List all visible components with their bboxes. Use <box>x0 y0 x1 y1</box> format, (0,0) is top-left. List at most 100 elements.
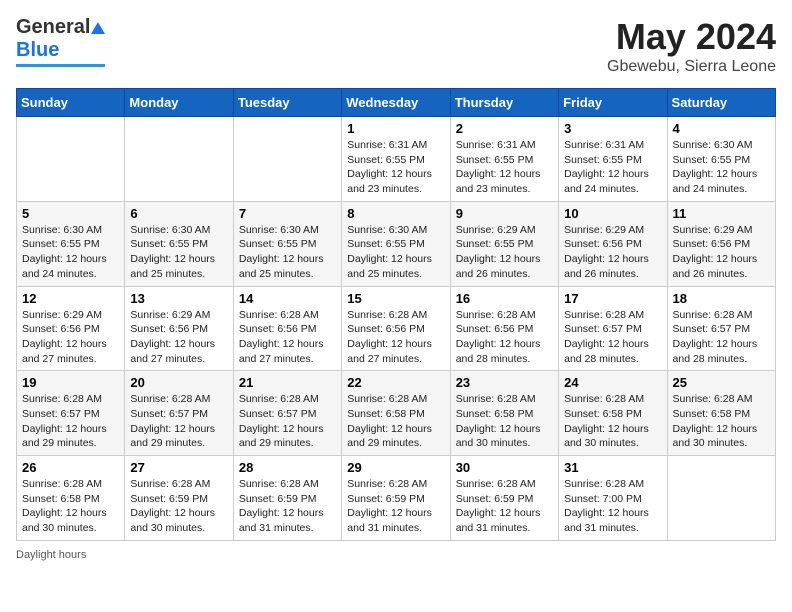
col-header-thursday: Thursday <box>450 89 558 117</box>
col-header-sunday: Sunday <box>17 89 125 117</box>
day-info: Sunrise: 6:28 AM Sunset: 6:59 PM Dayligh… <box>130 477 227 536</box>
day-number: 30 <box>456 460 553 475</box>
day-number: 15 <box>347 291 444 306</box>
day-number: 14 <box>239 291 336 306</box>
calendar-cell: 31Sunrise: 6:28 AM Sunset: 7:00 PM Dayli… <box>559 456 667 541</box>
day-number: 28 <box>239 460 336 475</box>
calendar-cell <box>125 117 233 202</box>
logo: General Blue <box>16 16 105 67</box>
day-number: 8 <box>347 206 444 221</box>
calendar-cell: 5Sunrise: 6:30 AM Sunset: 6:55 PM Daylig… <box>17 201 125 286</box>
day-number: 24 <box>564 375 661 390</box>
calendar-cell: 4 Sunrise: 6:30 AM Sunset: 6:55 PM Daylig… <box>667 117 775 202</box>
day-info: Sunrise: 6:28 AM Sunset: 6:59 PM Dayligh… <box>456 477 553 536</box>
calendar-cell <box>233 117 341 202</box>
day-info: Sunrise: 6:31 AM Sunset: 6:55 PM Dayligh… <box>564 138 661 197</box>
week-row-4: 19 Sunrise: 6:28 AM Sunset: 6:57 PM Dayli… <box>17 371 776 456</box>
calendar-cell: 12Sunrise: 6:29 AM Sunset: 6:56 PM Dayli… <box>17 286 125 371</box>
day-info: Sunrise: 6:28 AM Sunset: 6:57 PM Dayligh… <box>239 392 336 451</box>
day-info: Sunrise: 6:28 AM Sunset: 6:59 PM Dayligh… <box>239 477 336 536</box>
day-info: Sunrise: 6:28 AM Sunset: 6:58 PM Dayligh… <box>673 392 770 451</box>
calendar-cell: 3Sunrise: 6:31 AM Sunset: 6:55 PM Daylig… <box>559 117 667 202</box>
calendar-cell: 28 Sunrise: 6:28 AM Sunset: 6:59 PM Dayli… <box>233 456 341 541</box>
calendar-cell: 13 Sunrise: 6:29 AM Sunset: 6:56 PM Dayli… <box>125 286 233 371</box>
day-number: 7 <box>239 206 336 221</box>
day-info: Sunrise: 6:31 AM Sunset: 6:55 PM Dayligh… <box>347 138 444 197</box>
logo-triangle-icon <box>91 22 105 34</box>
day-number: 16 <box>456 291 553 306</box>
calendar-cell: 15 Sunrise: 6:28 AM Sunset: 6:56 PM Dayli… <box>342 286 450 371</box>
days-of-week-row: SundayMondayTuesdayWednesdayThursdayFrid… <box>17 89 776 117</box>
day-info: Sunrise: 6:28 AM Sunset: 6:58 PM Dayligh… <box>564 392 661 451</box>
day-info: Sunrise: 6:28 AM Sunset: 6:56 PM Dayligh… <box>456 308 553 367</box>
calendar-cell: 22Sunrise: 6:28 AM Sunset: 6:58 PM Dayli… <box>342 371 450 456</box>
day-info: Sunrise: 6:28 AM Sunset: 6:56 PM Dayligh… <box>239 308 336 367</box>
day-number: 23 <box>456 375 553 390</box>
week-row-2: 5Sunrise: 6:30 AM Sunset: 6:55 PM Daylig… <box>17 201 776 286</box>
day-info: Sunrise: 6:29 AM Sunset: 6:55 PM Dayligh… <box>456 223 553 282</box>
day-info: Sunrise: 6:30 AM Sunset: 6:55 PM Dayligh… <box>130 223 227 282</box>
logo-underline <box>16 64 105 67</box>
day-number: 1 <box>347 121 444 136</box>
calendar-cell: 20 Sunrise: 6:28 AM Sunset: 6:57 PM Dayli… <box>125 371 233 456</box>
day-number: 6 <box>130 206 227 221</box>
day-number: 13 <box>130 291 227 306</box>
day-info: Sunrise: 6:28 AM Sunset: 6:57 PM Dayligh… <box>130 392 227 451</box>
day-info: Sunrise: 6:30 AM Sunset: 6:55 PM Dayligh… <box>347 223 444 282</box>
day-number: 29 <box>347 460 444 475</box>
footer-note: Daylight hours <box>16 549 776 561</box>
calendar-cell: 14 Sunrise: 6:28 AM Sunset: 6:56 PM Dayli… <box>233 286 341 371</box>
day-info: Sunrise: 6:29 AM Sunset: 6:56 PM Dayligh… <box>564 223 661 282</box>
calendar-cell: 29 Sunrise: 6:28 AM Sunset: 6:59 PM Dayli… <box>342 456 450 541</box>
day-number: 27 <box>130 460 227 475</box>
calendar-cell: 26Sunrise: 6:28 AM Sunset: 6:58 PM Dayli… <box>17 456 125 541</box>
col-header-saturday: Saturday <box>667 89 775 117</box>
col-header-tuesday: Tuesday <box>233 89 341 117</box>
col-header-friday: Friday <box>559 89 667 117</box>
day-info: Sunrise: 6:29 AM Sunset: 6:56 PM Dayligh… <box>130 308 227 367</box>
day-number: 4 <box>673 121 770 136</box>
calendar-cell: 2 Sunrise: 6:31 AM Sunset: 6:55 PM Daylig… <box>450 117 558 202</box>
logo-general-text: General <box>16 16 90 39</box>
calendar-cell: 30 Sunrise: 6:28 AM Sunset: 6:59 PM Dayli… <box>450 456 558 541</box>
calendar-cell: 27 Sunrise: 6:28 AM Sunset: 6:59 PM Dayli… <box>125 456 233 541</box>
day-number: 20 <box>130 375 227 390</box>
calendar-cell: 17Sunrise: 6:28 AM Sunset: 6:57 PM Dayli… <box>559 286 667 371</box>
calendar-cell <box>17 117 125 202</box>
calendar-table: SundayMondayTuesdayWednesdayThursdayFrid… <box>16 88 776 541</box>
calendar-cell: 23Sunrise: 6:28 AM Sunset: 6:58 PM Dayli… <box>450 371 558 456</box>
calendar-cell: 19 Sunrise: 6:28 AM Sunset: 6:57 PM Dayli… <box>17 371 125 456</box>
day-info: Sunrise: 6:28 AM Sunset: 6:57 PM Dayligh… <box>564 308 661 367</box>
calendar-cell: 8 Sunrise: 6:30 AM Sunset: 6:55 PM Daylig… <box>342 201 450 286</box>
day-number: 2 <box>456 121 553 136</box>
day-info: Sunrise: 6:30 AM Sunset: 6:55 PM Dayligh… <box>22 223 119 282</box>
day-number: 21 <box>239 375 336 390</box>
day-info: Sunrise: 6:29 AM Sunset: 6:56 PM Dayligh… <box>22 308 119 367</box>
page-subtitle: Gbewebu, Sierra Leone <box>607 58 776 76</box>
day-info: Sunrise: 6:28 AM Sunset: 6:58 PM Dayligh… <box>22 477 119 536</box>
title-block: May 2024 Gbewebu, Sierra Leone <box>607 16 776 76</box>
calendar-cell: 10 Sunrise: 6:29 AM Sunset: 6:56 PM Dayli… <box>559 201 667 286</box>
day-number: 22 <box>347 375 444 390</box>
week-row-1: 1 Sunrise: 6:31 AM Sunset: 6:55 PM Daylig… <box>17 117 776 202</box>
calendar-header: SundayMondayTuesdayWednesdayThursdayFrid… <box>17 89 776 117</box>
day-info: Sunrise: 6:31 AM Sunset: 6:55 PM Dayligh… <box>456 138 553 197</box>
logo-blue-text: Blue <box>16 39 59 61</box>
day-info: Sunrise: 6:28 AM Sunset: 6:56 PM Dayligh… <box>347 308 444 367</box>
calendar-cell: 9Sunrise: 6:29 AM Sunset: 6:55 PM Daylig… <box>450 201 558 286</box>
day-info: Sunrise: 6:30 AM Sunset: 6:55 PM Dayligh… <box>673 138 770 197</box>
week-row-3: 12Sunrise: 6:29 AM Sunset: 6:56 PM Dayli… <box>17 286 776 371</box>
day-number: 10 <box>564 206 661 221</box>
day-number: 18 <box>673 291 770 306</box>
day-info: Sunrise: 6:28 AM Sunset: 6:57 PM Dayligh… <box>673 308 770 367</box>
calendar-cell: 24 Sunrise: 6:28 AM Sunset: 6:58 PM Dayli… <box>559 371 667 456</box>
calendar-cell: 18 Sunrise: 6:28 AM Sunset: 6:57 PM Dayli… <box>667 286 775 371</box>
day-info: Sunrise: 6:28 AM Sunset: 6:57 PM Dayligh… <box>22 392 119 451</box>
day-info: Sunrise: 6:30 AM Sunset: 6:55 PM Dayligh… <box>239 223 336 282</box>
day-number: 19 <box>22 375 119 390</box>
day-number: 11 <box>673 206 770 221</box>
page-header: General Blue May 2024 Gbewebu, Sierra Le… <box>16 16 776 76</box>
day-number: 25 <box>673 375 770 390</box>
day-info: Sunrise: 6:28 AM Sunset: 6:59 PM Dayligh… <box>347 477 444 536</box>
page-title: May 2024 <box>607 16 776 58</box>
